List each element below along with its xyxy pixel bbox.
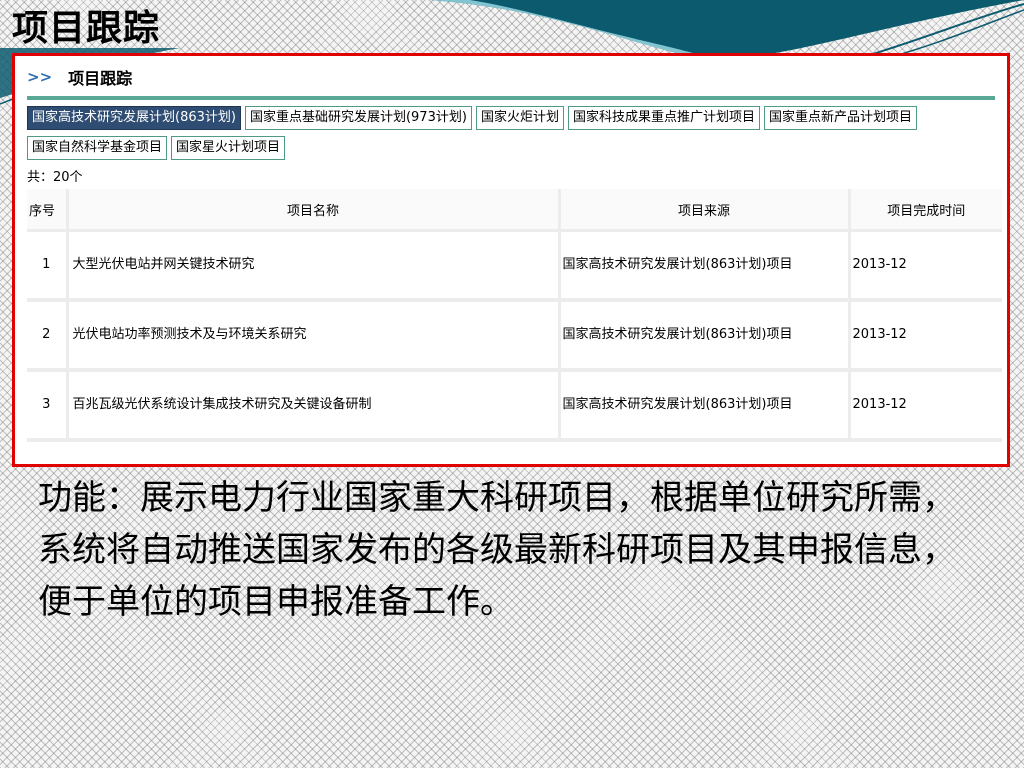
project-table: 序号 项目名称 项目来源 项目完成时间 1 大型光伏电站并网关键技术研究 国家高… xyxy=(27,189,1002,442)
result-count: 共：20个 xyxy=(27,170,83,185)
project-source: 国家高技术研究发展计划(863计划)项目 xyxy=(559,370,851,442)
panel-title: 项目跟踪 xyxy=(68,69,133,88)
project-name-link[interactable]: 百兆瓦级光伏系统设计集成技术研究及关键设备研制 xyxy=(67,370,561,442)
completion-date: 2013-12 xyxy=(849,300,1002,372)
table-header-row: 序号 项目名称 项目来源 项目完成时间 xyxy=(27,189,1002,232)
row-index: 3 xyxy=(27,370,69,442)
project-name-link[interactable]: 大型光伏电站并网关键技术研究 xyxy=(67,230,561,302)
completion-date: 2013-12 xyxy=(849,370,1002,442)
tab-natural-science-fund[interactable]: 国家自然科学基金项目 xyxy=(27,136,168,160)
table-row[interactable]: 3 百兆瓦级光伏系统设计集成技术研究及关键设备研制 国家高技术研究发展计划(86… xyxy=(27,370,1002,442)
program-tabs: 国家高技术研究发展计划(863计划) 国家重点基础研究发展计划(973计划) 国… xyxy=(27,106,1002,160)
completion-date: 2013-12 xyxy=(849,230,1002,302)
tab-torch-program[interactable]: 国家火炬计划 xyxy=(475,106,564,130)
tab-spark-program[interactable]: 国家星火计划项目 xyxy=(171,136,286,160)
screenshot-frame: >> 项目跟踪 国家高技术研究发展计划(863计划) 国家重点基础研究发展计划(… xyxy=(12,53,1010,467)
tab-973-program[interactable]: 国家重点基础研究发展计划(973计划) xyxy=(244,106,472,130)
slide-caption: 功能：展示电力行业国家重大科研项目，根据单位研究所需，系统将自动推送国家发布的各… xyxy=(38,478,956,622)
panel-header: >> 项目跟踪 xyxy=(27,62,995,92)
tab-achievement-promotion[interactable]: 国家科技成果重点推广计划项目 xyxy=(567,106,760,130)
col-header-source: 项目来源 xyxy=(559,189,851,232)
col-header-index: 序号 xyxy=(27,189,69,232)
col-header-completion: 项目完成时间 xyxy=(849,189,1002,232)
row-index: 1 xyxy=(27,230,69,302)
project-name-link[interactable]: 光伏电站功率预测技术及与环境关系研究 xyxy=(67,300,561,372)
header-divider xyxy=(27,96,995,100)
double-chevron-icon: >> xyxy=(27,68,53,86)
project-source: 国家高技术研究发展计划(863计划)项目 xyxy=(559,300,851,372)
row-index: 2 xyxy=(27,300,69,372)
table-row[interactable]: 1 大型光伏电站并网关键技术研究 国家高技术研究发展计划(863计划)项目 20… xyxy=(27,230,1002,302)
tab-new-products[interactable]: 国家重点新产品计划项目 xyxy=(763,106,917,130)
tab-863-program[interactable]: 国家高技术研究发展计划(863计划) xyxy=(27,106,241,130)
slide-title: 项目跟踪 xyxy=(12,7,161,49)
table-row[interactable]: 2 光伏电站功率预测技术及与环境关系研究 国家高技术研究发展计划(863计划)项… xyxy=(27,300,1002,372)
project-source: 国家高技术研究发展计划(863计划)项目 xyxy=(559,230,851,302)
col-header-name: 项目名称 xyxy=(67,189,561,232)
